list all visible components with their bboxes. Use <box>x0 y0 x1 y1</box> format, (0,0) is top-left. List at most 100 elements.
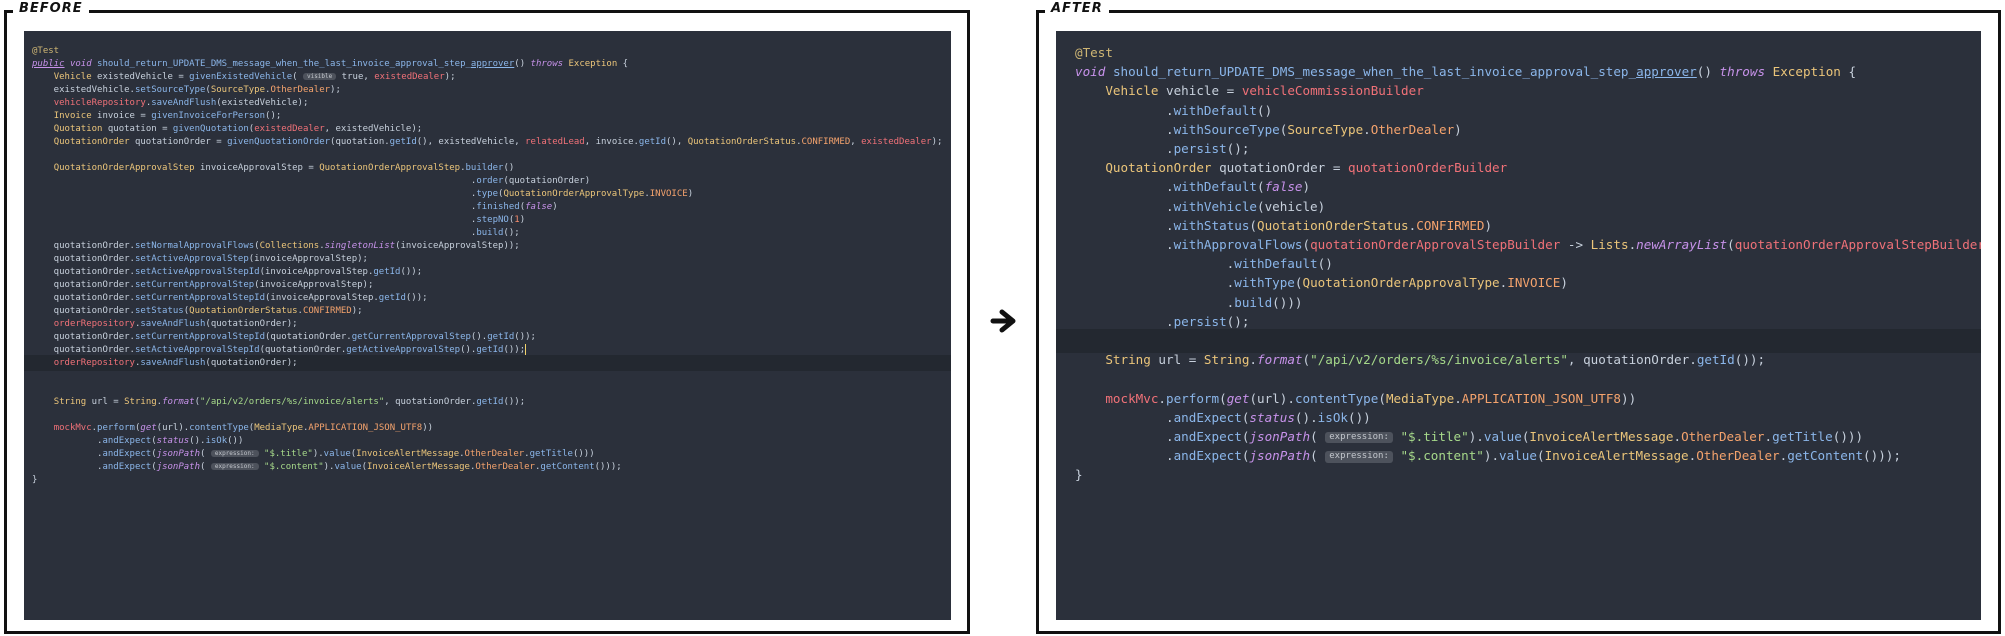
code-token: OtherDealer <box>464 449 525 459</box>
code-token: ()); <box>503 397 526 407</box>
code-token: withDefault <box>1234 256 1318 272</box>
code-token: Vehicle <box>1105 83 1159 99</box>
code-token: OtherDealer <box>1681 429 1765 444</box>
code-token: andExpect <box>102 436 152 446</box>
code-token: Exception <box>568 59 618 69</box>
code-token: existedDealer <box>374 72 445 82</box>
code-token: "$.content" <box>1400 448 1484 464</box>
code-token: quotationOrder. <box>32 254 135 264</box>
code-token: () <box>1256 102 1273 118</box>
code-token: ) <box>1302 179 1311 195</box>
code-token: url = <box>86 397 125 407</box>
code-token: "$.content" <box>264 462 324 472</box>
code-token: ())) <box>1272 294 1303 310</box>
code-token: perform <box>1166 390 1220 406</box>
parameter-hint: expression: <box>210 449 259 458</box>
code-token: orderRepository <box>53 358 135 368</box>
code-token: ) <box>687 189 694 199</box>
code-token: String <box>1105 352 1151 368</box>
code-line[interactable]: } <box>1056 463 1981 487</box>
code-token: (quotationOrder); <box>205 358 298 368</box>
code-token: quotationOrderBuilder <box>1347 160 1508 176</box>
code-token: (invoiceApprovalStep. <box>259 267 374 277</box>
code-token: ) <box>1560 275 1568 291</box>
code-token: } <box>1075 467 1083 483</box>
code-token: ()); <box>503 345 526 355</box>
code-token: ()); <box>405 293 428 303</box>
code-token: quotationOrder. <box>32 280 135 290</box>
code-token: withDefault <box>1173 102 1257 118</box>
code-token: String <box>124 397 157 407</box>
code-token: )) <box>1621 390 1637 406</box>
parameter-hint: visible <box>302 72 337 81</box>
before-code-editor[interactable]: @Test public void should_return_UPDATE_DM… <box>24 31 951 620</box>
code-token: builder <box>465 163 504 173</box>
code-token: (quotationOrder); <box>205 319 298 329</box>
code-token: vehicle = <box>1158 83 1242 99</box>
code-token: InvoiceAlertMessage <box>356 449 460 459</box>
code-token: type <box>476 189 499 199</box>
code-token: (quotation. <box>330 137 390 147</box>
code-token: . <box>1075 313 1174 329</box>
code-token: QuotationOrder <box>53 137 130 147</box>
code-token: approver <box>1636 64 1697 80</box>
code-token: () <box>1696 64 1720 80</box>
code-token: Quotation <box>53 124 103 134</box>
code-token: value <box>1483 429 1522 444</box>
code-token: )) <box>422 423 434 433</box>
code-token: mockMvc <box>1105 390 1159 406</box>
code-token: mockMvc <box>53 423 92 433</box>
code-token: void <box>1075 64 1106 80</box>
text-cursor <box>525 344 527 355</box>
code-token: newArrayList <box>1636 237 1728 252</box>
code-line[interactable]: } <box>24 472 951 488</box>
code-token: ( <box>200 449 211 459</box>
code-token: status <box>156 436 190 446</box>
code-token: quotationOrder = <box>1211 160 1348 176</box>
code-token: ( <box>1727 237 1735 252</box>
code-token: vehicleRepository <box>53 98 146 108</box>
code-token: true, <box>336 72 375 82</box>
code-token: quotationOrder. <box>32 267 135 277</box>
code-token: getId <box>638 137 667 147</box>
code-token: ( <box>200 462 211 472</box>
code-token: ( <box>1536 448 1545 464</box>
code-token: isOk <box>205 436 228 446</box>
code-token: INVOICE <box>649 189 688 199</box>
code-token: andExpect <box>102 462 152 472</box>
code-token: () <box>514 59 531 69</box>
code-token: value <box>323 449 351 459</box>
code-token: (); <box>503 228 520 238</box>
code-token: . <box>32 436 103 446</box>
code-token: (url). <box>1249 390 1295 406</box>
code-token: MediaType <box>1385 390 1455 406</box>
code-token: , existedVehicle); <box>324 124 423 134</box>
after-code-editor[interactable]: @Test void should_return_UPDATE_DMS_messa… <box>1056 31 1981 620</box>
code-token: CONFIRMED <box>1416 217 1485 233</box>
code-token: QuotationOrderStatus <box>189 306 298 316</box>
code-token: getContent <box>1787 448 1864 464</box>
code-token: url = <box>1150 352 1204 368</box>
code-token: (). <box>189 436 206 446</box>
code-token: (). <box>460 345 477 355</box>
code-token: MediaType <box>254 423 303 433</box>
parameter-hint: expression: <box>1325 431 1393 444</box>
code-token: OtherDealer <box>1370 121 1455 137</box>
code-token: QuotationOrderApprovalType <box>503 189 645 199</box>
code-token: . <box>1673 429 1682 444</box>
code-token: persist <box>1173 141 1227 156</box>
code-token: . <box>1075 429 1174 444</box>
code-token: order <box>476 176 504 186</box>
code-token: setCurrentApprovalStep <box>134 280 255 290</box>
code-token: stepNO <box>476 215 509 225</box>
code-token: saveAndFlush <box>140 358 206 368</box>
code-token: vehicleCommissionBuilder <box>1241 83 1424 99</box>
code-token: ( <box>1310 448 1326 464</box>
code-token: quotationOrderApprovalStepBuilder <box>1310 237 1561 252</box>
code-token: ( <box>1256 179 1265 195</box>
